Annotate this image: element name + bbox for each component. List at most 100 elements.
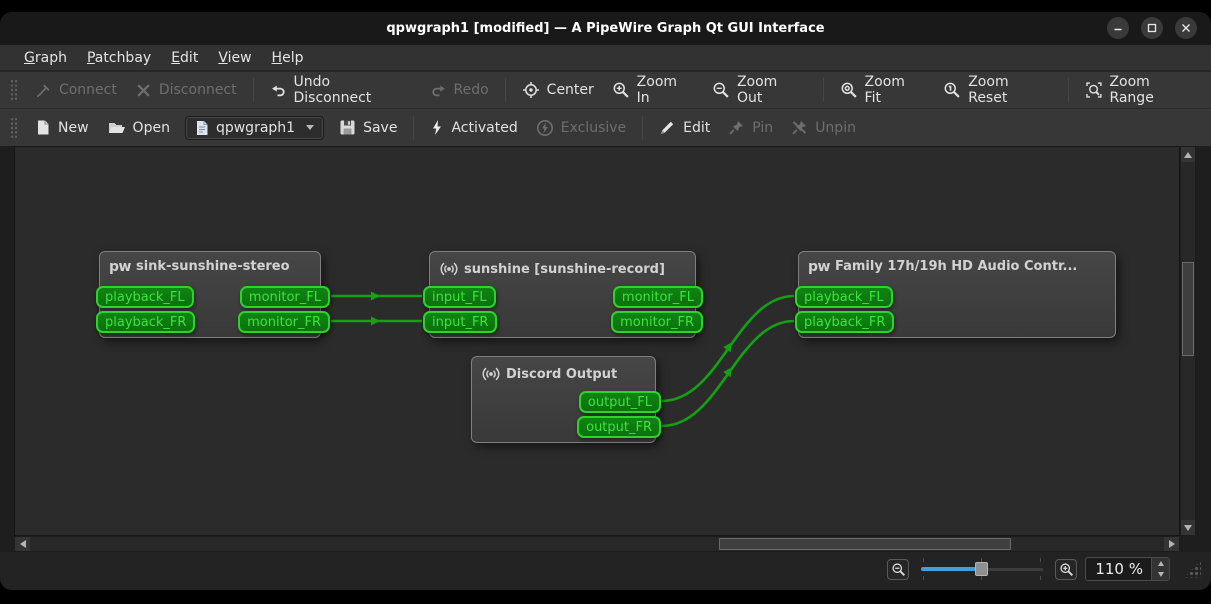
vertical-scrollbar[interactable]	[1180, 146, 1196, 536]
zoom-reset-icon	[944, 82, 961, 98]
toolbar-drag-handle[interactable]	[10, 79, 18, 101]
zoom-reset-button[interactable]: Zoom Reset	[934, 69, 1060, 111]
menu-graph[interactable]: Graph	[16, 47, 75, 69]
activated-icon	[433, 120, 442, 135]
scroll-up-button[interactable]	[1181, 147, 1195, 162]
spin-up-button[interactable]	[1152, 558, 1169, 569]
scroll-right-button[interactable]	[1164, 537, 1179, 551]
port-input[interactable]: playback_FR	[96, 311, 196, 333]
maximize-button[interactable]	[1141, 17, 1163, 39]
port-input[interactable]: playback_FL	[795, 286, 893, 308]
slider-handle[interactable]	[975, 562, 989, 576]
patchbay-selector[interactable]: qpwgraph1	[184, 115, 325, 140]
menu-patchbay[interactable]: Patchbay	[79, 47, 159, 69]
arrow-left-icon	[19, 540, 26, 548]
window-title: qpwgraph1 [modified] — A PipeWire Graph …	[386, 21, 825, 36]
node-title: sink-sunshine-stereo	[135, 259, 290, 274]
patchbay-selector-value: qpwgraph1	[215, 119, 296, 136]
save-button[interactable]: Save	[330, 114, 406, 141]
exclusive-button[interactable]: Exclusive	[527, 114, 635, 142]
port-input[interactable]: playback_FL	[96, 286, 194, 308]
graph-node[interactable]: pw Family 17h/19h HD Audio Contr... play…	[795, 251, 1116, 338]
undo-disconnect-button[interactable]: Undo Disconnect	[261, 69, 421, 111]
save-icon	[340, 120, 355, 135]
edit-button[interactable]: Edit	[650, 114, 719, 141]
graph-node[interactable]: Discord Output output_FL output_FR	[471, 356, 661, 443]
menu-edit[interactable]: Edit	[163, 47, 206, 69]
port-input[interactable]: input_FL	[423, 286, 496, 308]
menu-view[interactable]: View	[210, 47, 259, 69]
zoom-range-button[interactable]: Zoom Range	[1076, 69, 1207, 111]
toolbar-separator	[504, 78, 506, 102]
scroll-left-button[interactable]	[15, 537, 30, 551]
zoom-in-button[interactable]: Zoom In	[603, 69, 703, 111]
port-input[interactable]: input_FR	[423, 311, 498, 333]
zoom-in-icon	[613, 82, 629, 98]
button-label: Center	[546, 82, 594, 98]
graph-node[interactable]: sunshine [sunshine-record] input_FL inpu…	[423, 251, 703, 338]
app-window: qpwgraph1 [modified] — A PipeWire Graph …	[0, 12, 1211, 590]
port-output[interactable]: output_FL	[578, 391, 661, 413]
disconnect-button[interactable]: Disconnect	[126, 77, 246, 104]
unpin-button[interactable]: Unpin	[782, 114, 865, 141]
port-output[interactable]: monitor_FL	[239, 286, 330, 308]
slider-tick	[1040, 576, 1042, 580]
spin-down-button[interactable]	[1152, 569, 1169, 580]
minimize-button[interactable]	[1107, 17, 1129, 39]
button-label: Zoom In	[636, 74, 678, 106]
toolbar-separator	[822, 78, 824, 102]
port-output[interactable]: monitor_FR	[611, 311, 703, 333]
button-label: Zoom Out	[736, 74, 778, 106]
new-file-icon	[38, 120, 49, 135]
disconnect-icon	[137, 84, 150, 96]
vertical-scrollbar-thumb[interactable]	[1182, 262, 1194, 356]
scrollbar-corner	[1180, 536, 1196, 552]
scroll-down-button[interactable]	[1181, 520, 1195, 535]
center-button[interactable]: Center	[513, 76, 603, 104]
zoom-in-icon	[1060, 562, 1073, 576]
port-output[interactable]: monitor_FL	[612, 286, 703, 308]
graph-node[interactable]: pw sink-sunshine-stereo playback_FL play…	[96, 251, 330, 338]
pin-icon	[729, 121, 744, 135]
new-button[interactable]: New	[26, 114, 98, 141]
zoom-fit-button[interactable]: Zoom Fit	[831, 69, 935, 111]
connect-button[interactable]: Connect	[26, 77, 126, 104]
redo-button[interactable]: Redo	[421, 77, 498, 104]
button-label: Save	[363, 119, 398, 136]
window-resize-grip[interactable]	[1184, 560, 1201, 578]
graph-canvas[interactable]: pw sink-sunshine-stereo playback_FL play…	[14, 146, 1180, 536]
zoom-fit-icon	[841, 82, 857, 98]
open-button[interactable]: Open	[98, 114, 179, 141]
close-icon	[1182, 24, 1190, 32]
patchbay-file-icon	[196, 120, 208, 135]
port-output[interactable]: monitor_FR	[238, 311, 330, 333]
arrow-down-icon	[1157, 572, 1164, 577]
pin-button[interactable]: Pin	[719, 114, 782, 141]
zoom-out-icon	[713, 82, 729, 98]
undo-icon	[271, 85, 285, 96]
button-label: Redo	[453, 82, 489, 98]
button-label: Edit	[683, 119, 711, 136]
port-input[interactable]: playback_FR	[795, 311, 895, 333]
node-title: sunshine [sunshine-record]	[464, 261, 665, 277]
arrow-up-icon	[1157, 561, 1164, 566]
zoom-range-icon	[1085, 82, 1102, 98]
arrow-right-icon	[1168, 540, 1175, 548]
toolbar-drag-handle[interactable]	[10, 116, 18, 139]
horizontal-scrollbar[interactable]	[14, 536, 1180, 552]
close-button[interactable]	[1175, 17, 1197, 39]
zoom-out-button[interactable]: Zoom Out	[703, 69, 816, 111]
menu-help[interactable]: Help	[264, 47, 312, 69]
arrow-down-icon	[1184, 524, 1192, 531]
patchbay-toolbar: New Open qpwgraph1 Save Activated Exclus…	[0, 109, 1211, 146]
zoom-spinbox[interactable]: 110 %	[1085, 557, 1170, 581]
activated-button[interactable]: Activated	[421, 114, 526, 141]
zoom-value: 110 %	[1095, 560, 1143, 578]
zoom-out-slider-button[interactable]	[887, 558, 910, 580]
horizontal-scrollbar-thumb[interactable]	[719, 538, 1011, 550]
zoom-in-slider-button[interactable]	[1055, 558, 1078, 580]
slider-tick	[923, 558, 925, 562]
port-output[interactable]: output_FR	[577, 416, 661, 438]
button-label: Zoom Fit	[864, 74, 905, 106]
zoom-slider[interactable]	[921, 558, 1044, 580]
